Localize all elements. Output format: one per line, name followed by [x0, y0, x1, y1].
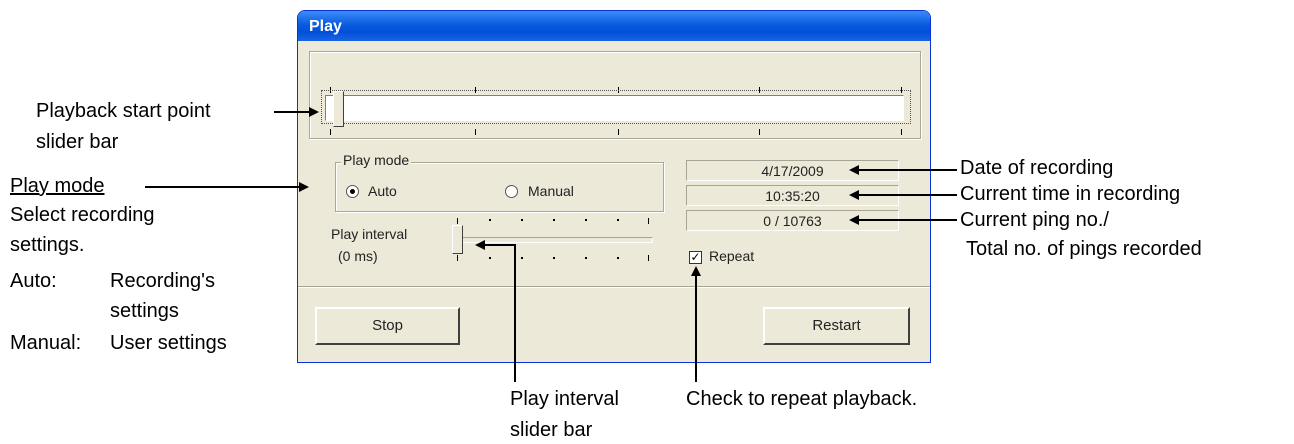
annotation-start-slider-line2: slider bar: [36, 131, 119, 153]
annotation-ping-line1: Current ping no./: [960, 209, 1109, 231]
annotation-start-slider-line1: Playback start point: [36, 100, 211, 122]
annotation-date: Date of recording: [960, 157, 1114, 179]
tick: [617, 219, 619, 221]
title-bar: Play: [298, 11, 930, 41]
tick: [901, 129, 902, 135]
radio-auto[interactable]: [346, 185, 359, 198]
stop-button[interactable]: Stop: [315, 307, 460, 345]
tick: [457, 218, 458, 224]
tick: [585, 219, 587, 221]
leader-line: [858, 169, 957, 171]
tick: [648, 218, 649, 224]
tick: [553, 257, 555, 259]
arrow-right-icon: [299, 182, 309, 192]
radio-manual-label: Manual: [528, 183, 574, 199]
annotation-interval-slider-line1: Play interval: [510, 388, 619, 410]
tick: [489, 257, 491, 259]
leader-line: [514, 244, 516, 382]
play-interval-value: (0 ms): [338, 248, 378, 264]
dialog-title: Play: [309, 18, 342, 35]
radio-manual[interactable]: [505, 185, 518, 198]
annotation-manual-val: User settings: [110, 332, 227, 354]
interval-slider-thumb[interactable]: [452, 225, 463, 254]
annotation-play-mode-heading: Play mode: [10, 175, 105, 197]
repeat-label: Repeat: [709, 248, 755, 264]
annotation-auto-val2: settings: [110, 300, 179, 322]
leader-line: [145, 186, 300, 188]
play-interval-label: Play interval: [331, 226, 408, 242]
leader-line: [484, 244, 516, 246]
annotation-play-mode-line1: Select recording: [10, 204, 155, 226]
tick: [617, 257, 619, 259]
annotation-play-mode-line2: settings.: [10, 234, 85, 256]
radio-auto-label: Auto: [368, 183, 397, 199]
annotation-time: Current time in recording: [960, 183, 1181, 205]
tick: [553, 219, 555, 221]
annotation-manual-key: Manual:: [10, 332, 82, 354]
divider: [298, 286, 930, 288]
annotation-repeat: Check to repeat playback.: [686, 388, 918, 410]
annotation-auto-val1: Recording's: [110, 270, 215, 292]
tick: [521, 219, 523, 221]
tick: [618, 129, 619, 135]
annotation-interval-slider-line2: slider bar: [510, 419, 593, 441]
restart-button[interactable]: Restart: [763, 307, 910, 345]
annotation-ping-line2: Total no. of pings recorded: [966, 238, 1202, 260]
tick: [330, 129, 331, 135]
tick: [521, 257, 523, 259]
leader-line: [695, 275, 697, 382]
repeat-checkbox[interactable]: ✓: [689, 251, 702, 264]
arrow-left-icon: [475, 240, 485, 250]
play-mode-group-label: Play mode: [341, 152, 412, 168]
tick: [585, 257, 587, 259]
arrow-right-icon: [309, 107, 319, 117]
leader-line: [274, 111, 310, 113]
tick: [489, 219, 491, 221]
annotation-auto-key: Auto:: [10, 270, 57, 292]
start-slider-thumb[interactable]: [333, 91, 344, 127]
tick: [457, 255, 458, 261]
tick: [759, 129, 760, 135]
tick: [648, 255, 649, 261]
play-dialog: Play Play mode Auto Manual Play interval…: [297, 10, 931, 363]
leader-line: [858, 194, 957, 196]
leader-line: [858, 219, 957, 221]
tick: [475, 129, 476, 135]
start-slider-track[interactable]: [325, 95, 904, 121]
